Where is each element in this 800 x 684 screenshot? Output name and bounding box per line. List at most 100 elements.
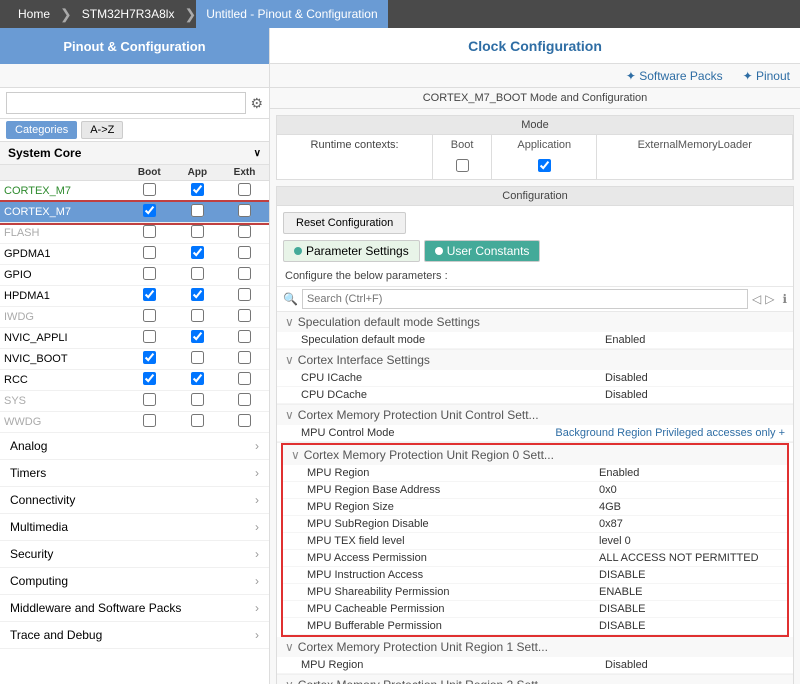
app-checkbox[interactable] — [175, 244, 220, 265]
param-search-input[interactable] — [302, 289, 748, 309]
app-checkbox[interactable] — [175, 370, 220, 391]
group-chevron: ∨ — [285, 353, 294, 367]
tree-group-header-5[interactable]: ∨Cortex Memory Protection Unit Region 2 … — [277, 675, 793, 684]
table-row[interactable]: GPIO — [0, 265, 269, 286]
table-row[interactable]: NVIC_APPLI — [0, 328, 269, 349]
ext-checkbox[interactable] — [220, 202, 269, 223]
gear-icon[interactable]: ⚙ — [250, 95, 263, 112]
table-row[interactable]: CORTEX_M7 — [0, 202, 269, 223]
tree-group-header-3[interactable]: ∨Cortex Memory Protection Unit Region 0 … — [283, 445, 787, 465]
ext-checkbox[interactable] — [220, 349, 269, 370]
ext-checkbox[interactable] — [220, 223, 269, 244]
table-row[interactable]: GPDMA1 — [0, 244, 269, 265]
boot-checkbox[interactable] — [124, 349, 175, 370]
ext-checkbox[interactable] — [220, 370, 269, 391]
param-name: MPU Bufferable Permission — [307, 620, 599, 632]
nav-item-label: Computing — [10, 574, 68, 588]
tab-user-constants[interactable]: User Constants — [424, 240, 541, 262]
ext-checkbox[interactable] — [220, 286, 269, 307]
boot-checkbox[interactable] — [124, 370, 175, 391]
app-checkbox[interactable] — [175, 328, 220, 349]
config-title: Configuration — [277, 187, 793, 206]
breadcrumb-project[interactable]: Untitled - Pinout & Configuration — [196, 0, 387, 28]
reset-config-button[interactable]: Reset Configuration — [283, 212, 406, 234]
nav-item-middleware-and-software-packs[interactable]: Middleware and Software Packs› — [0, 595, 269, 622]
col-boot: Boot — [433, 135, 492, 155]
cortex-title: CORTEX_M7_BOOT Mode and Configuration — [270, 88, 800, 109]
boot-checkbox[interactable] — [124, 181, 175, 202]
nav-item-trace-and-debug[interactable]: Trace and Debug› — [0, 622, 269, 649]
app-checkbox[interactable] — [175, 223, 220, 244]
app-checkbox[interactable] — [175, 202, 220, 223]
table-row[interactable]: CORTEX_M7 — [0, 181, 269, 202]
app-checkbox[interactable] — [175, 412, 220, 433]
pinout-link[interactable]: ✦ Pinout — [743, 69, 790, 83]
param-value: Disabled — [605, 372, 785, 384]
tab-az[interactable]: A->Z — [81, 121, 123, 139]
app-checkbox[interactable] — [175, 349, 220, 370]
header-row: Pinout & Configuration Clock Configurati… — [0, 28, 800, 64]
boot-checkbox[interactable] — [124, 412, 175, 433]
table-row[interactable]: RCC — [0, 370, 269, 391]
info-icon[interactable]: ℹ — [782, 292, 787, 306]
nav-item-label: Analog — [10, 439, 47, 453]
param-value: DISABLE — [599, 620, 779, 632]
breadcrumb-sep-2: ❯ — [184, 6, 196, 23]
boot-checkbox[interactable] — [124, 265, 175, 286]
software-packs-link[interactable]: ✦ Software Packs — [626, 69, 723, 83]
nav-item-security[interactable]: Security› — [0, 541, 269, 568]
tree-group-header-1[interactable]: ∨Cortex Interface Settings — [277, 350, 793, 370]
boot-checkbox[interactable] — [124, 307, 175, 328]
breadcrumb-chip[interactable]: STM32H7R3A8lx — [72, 0, 185, 28]
table-row[interactable]: NVIC_BOOT — [0, 349, 269, 370]
boot-checkbox[interactable] — [124, 286, 175, 307]
ext-checkbox[interactable] — [220, 307, 269, 328]
boot-checkbox[interactable] — [124, 328, 175, 349]
app-checkbox[interactable] — [175, 307, 220, 328]
table-row[interactable]: HPDMA1 — [0, 286, 269, 307]
ext-check[interactable] — [597, 155, 793, 179]
tree-group-header-2[interactable]: ∨Cortex Memory Protection Unit Control S… — [277, 405, 793, 425]
app-checkbox[interactable] — [175, 286, 220, 307]
boot-checkbox[interactable] — [124, 391, 175, 412]
left-search-input[interactable] — [6, 92, 246, 114]
boot-check[interactable] — [433, 155, 492, 179]
param-row: MPU RegionEnabled — [283, 465, 787, 482]
table-row[interactable]: FLASH — [0, 223, 269, 244]
component-name: NVIC_APPLI — [0, 328, 124, 349]
param-row: CPU DCacheDisabled — [277, 387, 793, 404]
ext-checkbox[interactable] — [220, 244, 269, 265]
tab-categories[interactable]: Categories — [6, 121, 77, 139]
prev-result-icon[interactable]: ◁ — [752, 292, 761, 306]
nav-item-connectivity[interactable]: Connectivity› — [0, 487, 269, 514]
nav-item-computing[interactable]: Computing › — [0, 568, 269, 595]
app-checkbox[interactable] — [175, 391, 220, 412]
nav-item-multimedia[interactable]: Multimedia› — [0, 514, 269, 541]
nav-item-analog[interactable]: Analog› — [0, 433, 269, 460]
ext-checkbox[interactable] — [220, 412, 269, 433]
nav-chevron: › — [255, 493, 259, 507]
app-check[interactable] — [492, 155, 597, 179]
ext-checkbox[interactable] — [220, 265, 269, 286]
app-checkbox[interactable] — [175, 181, 220, 202]
table-row[interactable]: IWDG — [0, 307, 269, 328]
ext-checkbox[interactable] — [220, 181, 269, 202]
boot-checkbox[interactable] — [124, 244, 175, 265]
ext-checkbox[interactable] — [220, 391, 269, 412]
system-core-header[interactable]: System Core ∨ — [0, 142, 269, 165]
nav-item-timers[interactable]: Timers› — [0, 460, 269, 487]
tree-group-header-4[interactable]: ∨Cortex Memory Protection Unit Region 1 … — [277, 637, 793, 657]
nav-chevron: › — [255, 574, 259, 588]
tree-group-4: ∨Cortex Memory Protection Unit Region 1 … — [277, 637, 793, 675]
boot-checkbox[interactable] — [124, 202, 175, 223]
tab-parameter-settings[interactable]: Parameter Settings — [283, 240, 420, 262]
param-row: MPU Region Size4GB — [283, 499, 787, 516]
app-checkbox[interactable] — [175, 265, 220, 286]
ext-checkbox[interactable] — [220, 328, 269, 349]
boot-checkbox[interactable] — [124, 223, 175, 244]
next-result-icon[interactable]: ▷ — [765, 292, 774, 306]
tree-group-header-0[interactable]: ∨Speculation default mode Settings — [277, 312, 793, 332]
breadcrumb-home[interactable]: Home — [8, 0, 60, 28]
table-row[interactable]: SYS — [0, 391, 269, 412]
table-row[interactable]: WWDG — [0, 412, 269, 433]
